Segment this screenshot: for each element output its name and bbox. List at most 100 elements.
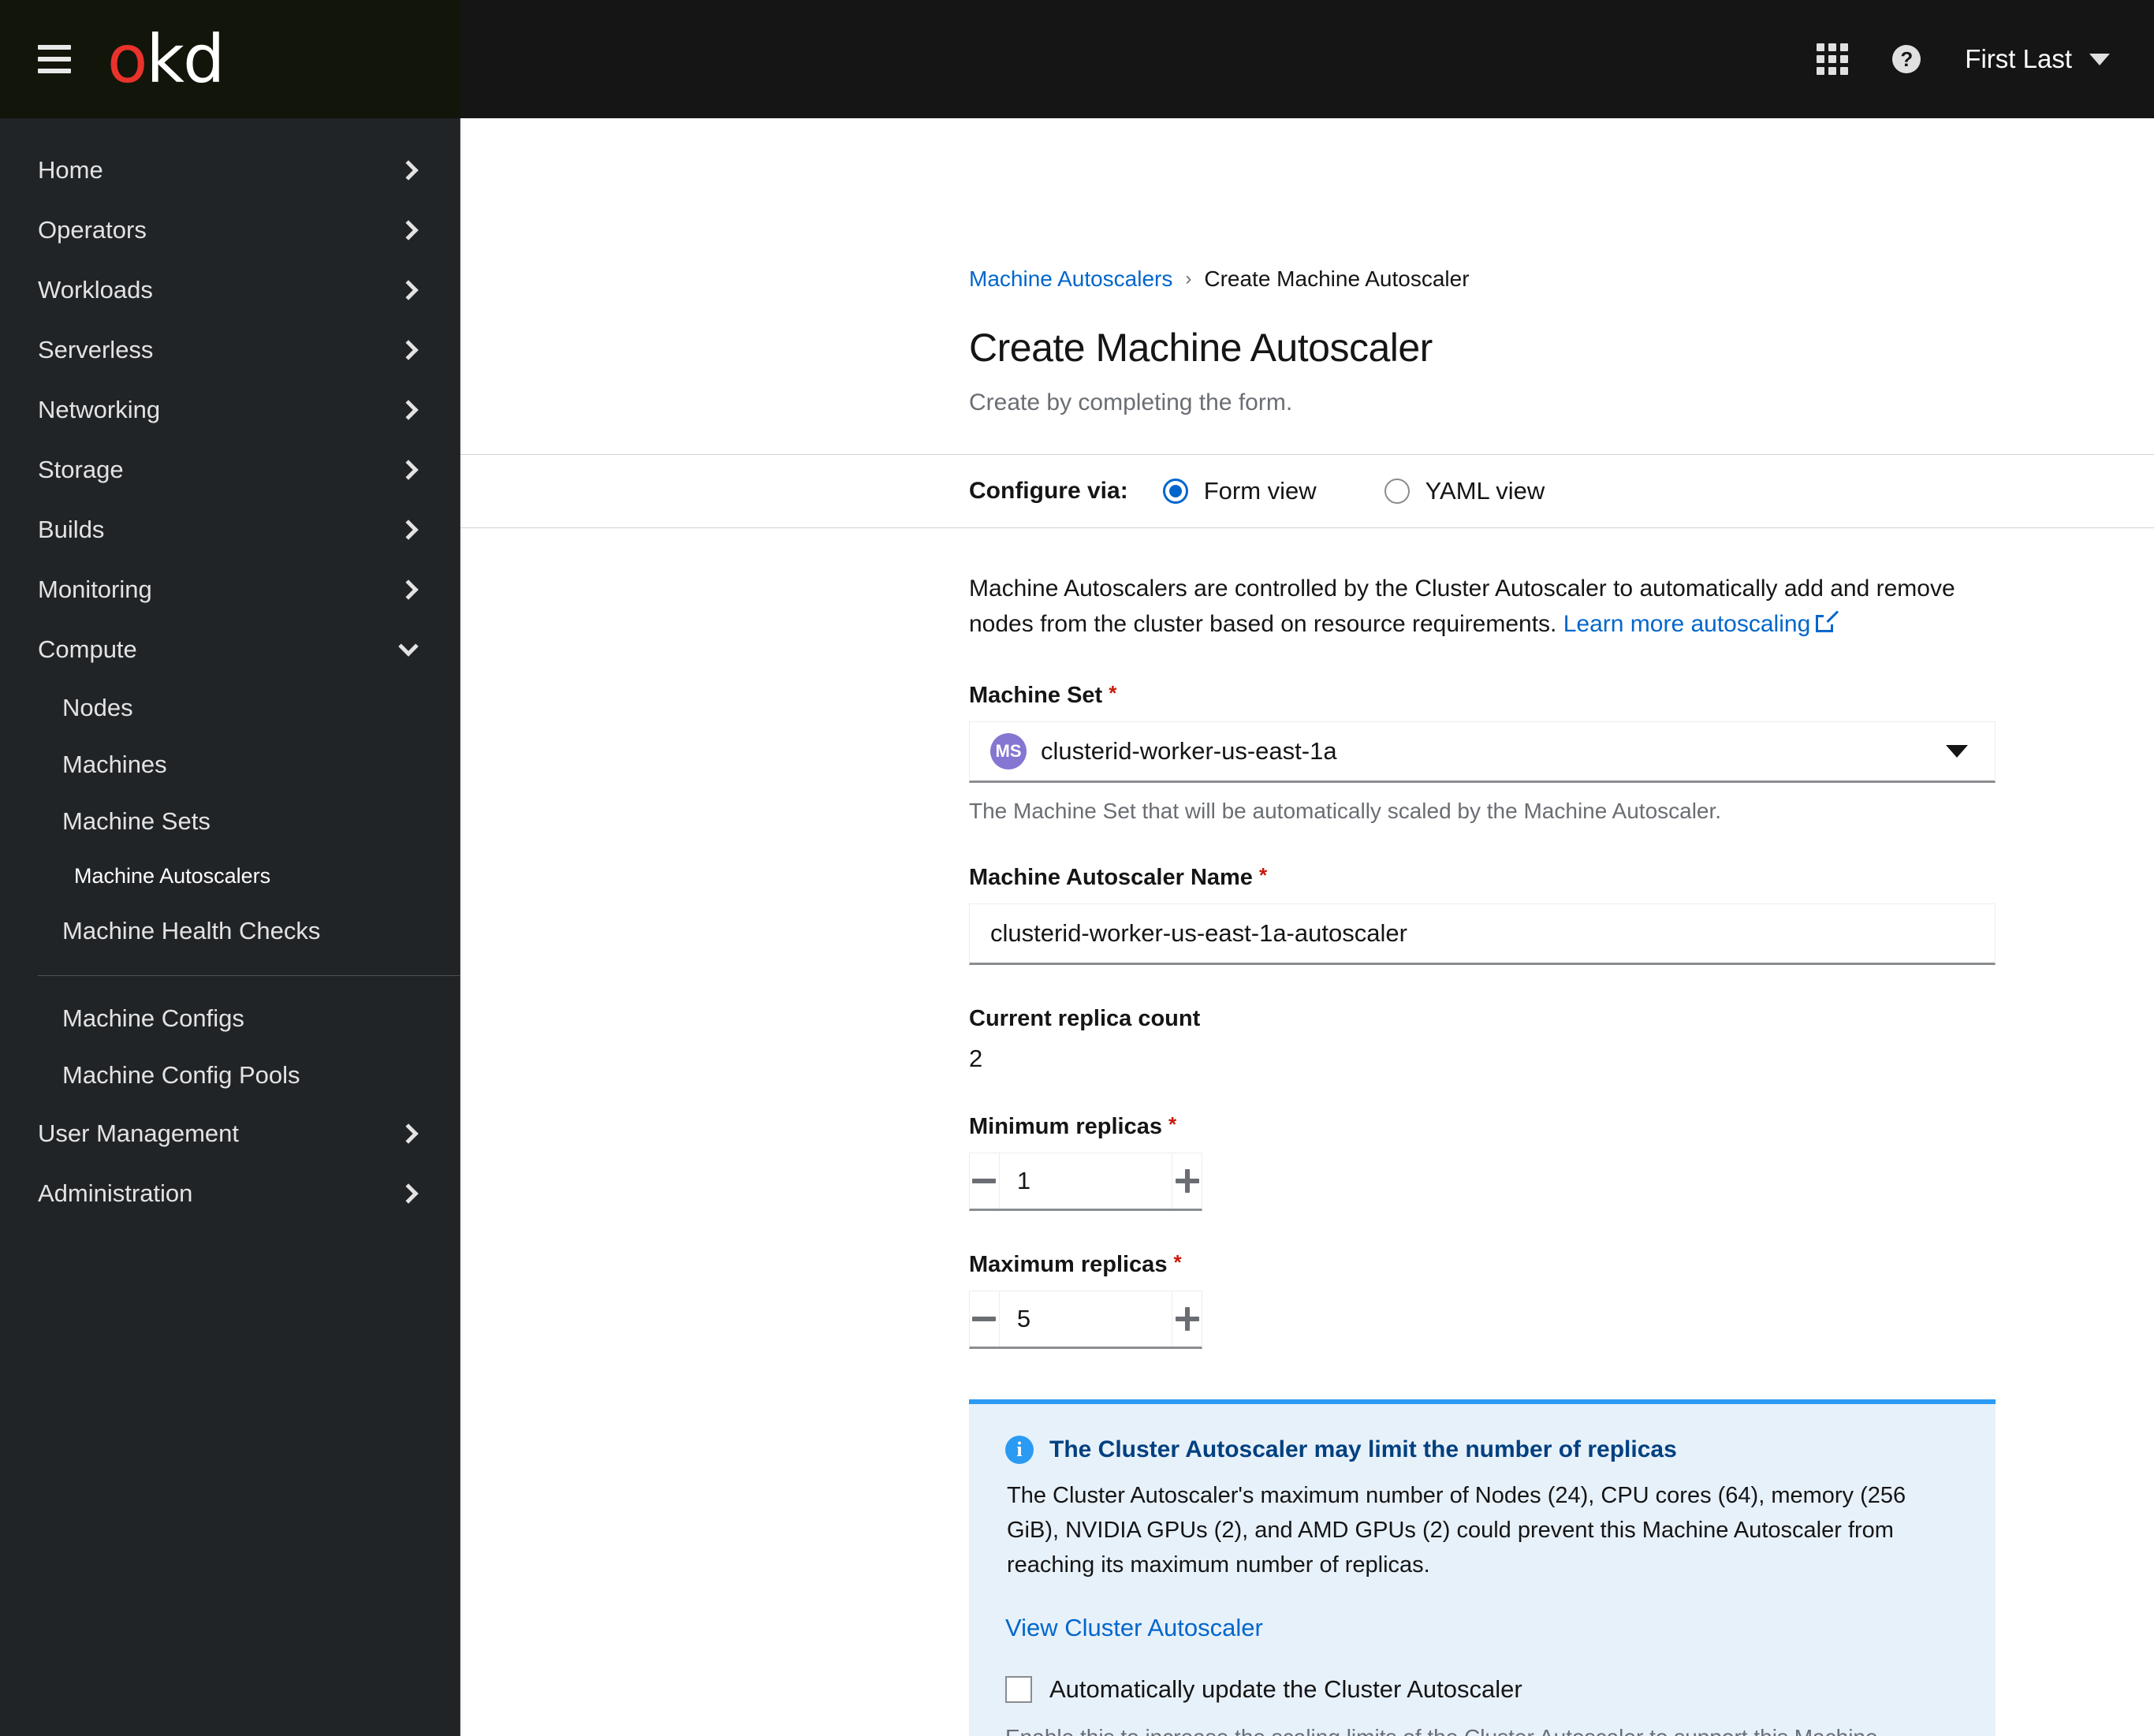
sidebar-item-serverless[interactable]: Serverless bbox=[0, 320, 460, 380]
chevron-right-icon bbox=[398, 1123, 419, 1144]
chevron-right-icon bbox=[398, 160, 419, 181]
plus-icon bbox=[1175, 1307, 1199, 1331]
machine-set-badge-icon: MS bbox=[990, 733, 1027, 769]
minimum-replicas-label-text: Minimum replicas bbox=[969, 1114, 1162, 1139]
autoscaler-name-label-text: Machine Autoscaler Name bbox=[969, 865, 1253, 890]
configure-via-bar: Configure via: Form view YAML view bbox=[460, 454, 2154, 528]
okd-logo-o: o bbox=[107, 20, 147, 98]
radio-yaml-view[interactable]: YAML view bbox=[1384, 477, 1545, 505]
required-asterisk: * bbox=[1168, 1112, 1177, 1136]
current-replica-count-label: Current replica count bbox=[969, 1006, 2154, 1032]
maximum-replicas-label-text: Maximum replicas bbox=[969, 1252, 1168, 1277]
sidebar-item-label: Storage bbox=[38, 456, 124, 483]
sidebar-item-label: Machine Config Pools bbox=[62, 1061, 300, 1089]
field-autoscaler-name: Machine Autoscaler Name * bbox=[969, 865, 2154, 965]
auto-update-checkbox-label[interactable]: Automatically update the Cluster Autosca… bbox=[1049, 1675, 1522, 1704]
autoscaler-name-label: Machine Autoscaler Name * bbox=[969, 865, 2154, 891]
maximum-replicas-label: Maximum replicas * bbox=[969, 1252, 2154, 1278]
radio-yaml-view-input[interactable] bbox=[1384, 479, 1410, 504]
okd-logo[interactable]: o kd bbox=[107, 20, 225, 98]
sidebar-item-machine-config-pools[interactable]: Machine Config Pools bbox=[0, 1047, 460, 1104]
sidebar-item-label: Machine Autoscalers bbox=[74, 864, 271, 888]
sidebar-item-label: Machine Sets bbox=[62, 807, 211, 835]
machine-set-select[interactable]: MS clusterid-worker-us-east-1a bbox=[969, 721, 1996, 783]
user-menu-button[interactable]: First Last bbox=[1943, 0, 2124, 118]
machine-set-label: Machine Set * bbox=[969, 683, 2154, 709]
cluster-autoscaler-info-alert: i The Cluster Autoscaler may limit the n… bbox=[969, 1399, 1996, 1736]
sidebar-item-monitoring[interactable]: Monitoring bbox=[0, 560, 460, 620]
maximum-replicas-stepper bbox=[969, 1291, 1202, 1349]
radio-form-view-input[interactable] bbox=[1162, 479, 1188, 504]
sidebar-item-machine-autoscalers[interactable]: Machine Autoscalers bbox=[0, 850, 460, 903]
sidebar-item-networking[interactable]: Networking bbox=[0, 380, 460, 440]
sidebar-item-storage[interactable]: Storage bbox=[0, 440, 460, 500]
console-app: o kd ? First Last Home Operators Workloa… bbox=[0, 0, 2154, 1736]
minimum-replicas-increment-button[interactable] bbox=[1172, 1153, 1202, 1209]
radio-form-view[interactable]: Form view bbox=[1162, 477, 1317, 505]
sidebar-item-label: Networking bbox=[38, 396, 161, 423]
breadcrumb-separator: › bbox=[1185, 268, 1192, 289]
okd-logo-kd: kd bbox=[146, 20, 225, 98]
masthead-tools: ? First Last bbox=[1794, 0, 2154, 118]
view-cluster-autoscaler-link[interactable]: View Cluster Autoscaler bbox=[1005, 1614, 1959, 1642]
body-wrapper: Home Operators Workloads Serverless Netw… bbox=[0, 118, 2154, 1736]
sidebar-item-label: Home bbox=[38, 156, 103, 184]
sidebar-item-label: Serverless bbox=[38, 336, 154, 363]
minimum-replicas-input[interactable] bbox=[999, 1153, 1172, 1209]
autoscaler-form: Machine Autoscalers are controlled by th… bbox=[969, 528, 2154, 1736]
required-asterisk: * bbox=[1109, 681, 1117, 705]
maximum-replicas-input[interactable] bbox=[999, 1291, 1172, 1347]
sidebar-item-compute[interactable]: Compute bbox=[0, 620, 460, 680]
sidebar-item-workloads[interactable]: Workloads bbox=[0, 260, 460, 320]
field-minimum-replicas: Minimum replicas * bbox=[969, 1114, 2154, 1211]
sidebar-item-label: Administration bbox=[38, 1179, 193, 1207]
sidebar-item-administration[interactable]: Administration bbox=[0, 1164, 460, 1224]
breadcrumb-link-machine-autoscalers[interactable]: Machine Autoscalers bbox=[969, 266, 1172, 292]
sidebar-item-machine-health-checks[interactable]: Machine Health Checks bbox=[0, 903, 460, 959]
alert-title: The Cluster Autoscaler may limit the num… bbox=[1049, 1436, 1677, 1462]
sidebar-divider bbox=[38, 975, 460, 976]
sidebar-item-home[interactable]: Home bbox=[0, 140, 460, 200]
help-button[interactable]: ? bbox=[1870, 0, 1943, 118]
question-circle-icon: ? bbox=[1892, 45, 1921, 73]
app-launcher-button[interactable] bbox=[1794, 0, 1870, 118]
masthead-brand-area: o kd bbox=[0, 0, 460, 118]
chevron-right-icon bbox=[398, 280, 419, 300]
sidebar-item-machine-configs[interactable]: Machine Configs bbox=[0, 990, 460, 1047]
auto-update-checkbox-help: Enable this to increase the scaling limi… bbox=[1005, 1721, 1920, 1736]
chevron-down-icon bbox=[2089, 53, 2110, 65]
sidebar-item-operators[interactable]: Operators bbox=[0, 200, 460, 260]
chevron-right-icon bbox=[398, 400, 419, 420]
sidebar-item-machine-sets[interactable]: Machine Sets bbox=[0, 793, 460, 850]
auto-update-checkbox-row: Automatically update the Cluster Autosca… bbox=[1005, 1675, 1959, 1704]
auto-update-checkbox[interactable] bbox=[1005, 1676, 1032, 1704]
field-maximum-replicas: Maximum replicas * bbox=[969, 1252, 2154, 1349]
minimum-replicas-decrement-button[interactable] bbox=[970, 1153, 1000, 1209]
radio-form-view-label: Form view bbox=[1203, 477, 1317, 505]
user-name-label: First Last bbox=[1965, 44, 2072, 73]
form-intro-text: Machine Autoscalers are controlled by th… bbox=[969, 571, 1994, 642]
required-asterisk: * bbox=[1258, 863, 1268, 887]
machine-set-selected-value: clusterid-worker-us-east-1a bbox=[1041, 737, 1337, 765]
sidebar-item-label: Operators bbox=[38, 216, 147, 244]
sidebar-item-label: Machine Configs bbox=[62, 1004, 244, 1032]
minimum-replicas-label: Minimum replicas * bbox=[969, 1114, 2154, 1140]
field-current-replica-count: Current replica count 2 bbox=[969, 1006, 2154, 1073]
sidebar-item-builds[interactable]: Builds bbox=[0, 500, 460, 560]
sidebar-item-user-management[interactable]: User Management bbox=[0, 1104, 460, 1164]
sidebar-item-machines[interactable]: Machines bbox=[0, 736, 460, 793]
alert-header: i The Cluster Autoscaler may limit the n… bbox=[1005, 1436, 1959, 1464]
plus-icon bbox=[1175, 1169, 1199, 1193]
chevron-right-icon bbox=[398, 220, 419, 240]
chevron-right-icon bbox=[398, 1183, 419, 1204]
sidebar-item-label: Compute bbox=[38, 635, 137, 663]
page-title: Create Machine Autoscaler bbox=[969, 326, 1433, 370]
main-content: Machine Autoscalers › Create Machine Aut… bbox=[460, 118, 2154, 1736]
sidebar-item-nodes[interactable]: Nodes bbox=[0, 680, 460, 736]
maximum-replicas-increment-button[interactable] bbox=[1172, 1291, 1202, 1347]
learn-more-autoscaling-link[interactable]: Learn more autoscaling bbox=[1563, 611, 1811, 637]
required-asterisk: * bbox=[1173, 1250, 1182, 1274]
autoscaler-name-input[interactable] bbox=[969, 903, 1996, 965]
maximum-replicas-decrement-button[interactable] bbox=[970, 1291, 1000, 1347]
hamburger-menu-icon[interactable] bbox=[38, 45, 71, 73]
